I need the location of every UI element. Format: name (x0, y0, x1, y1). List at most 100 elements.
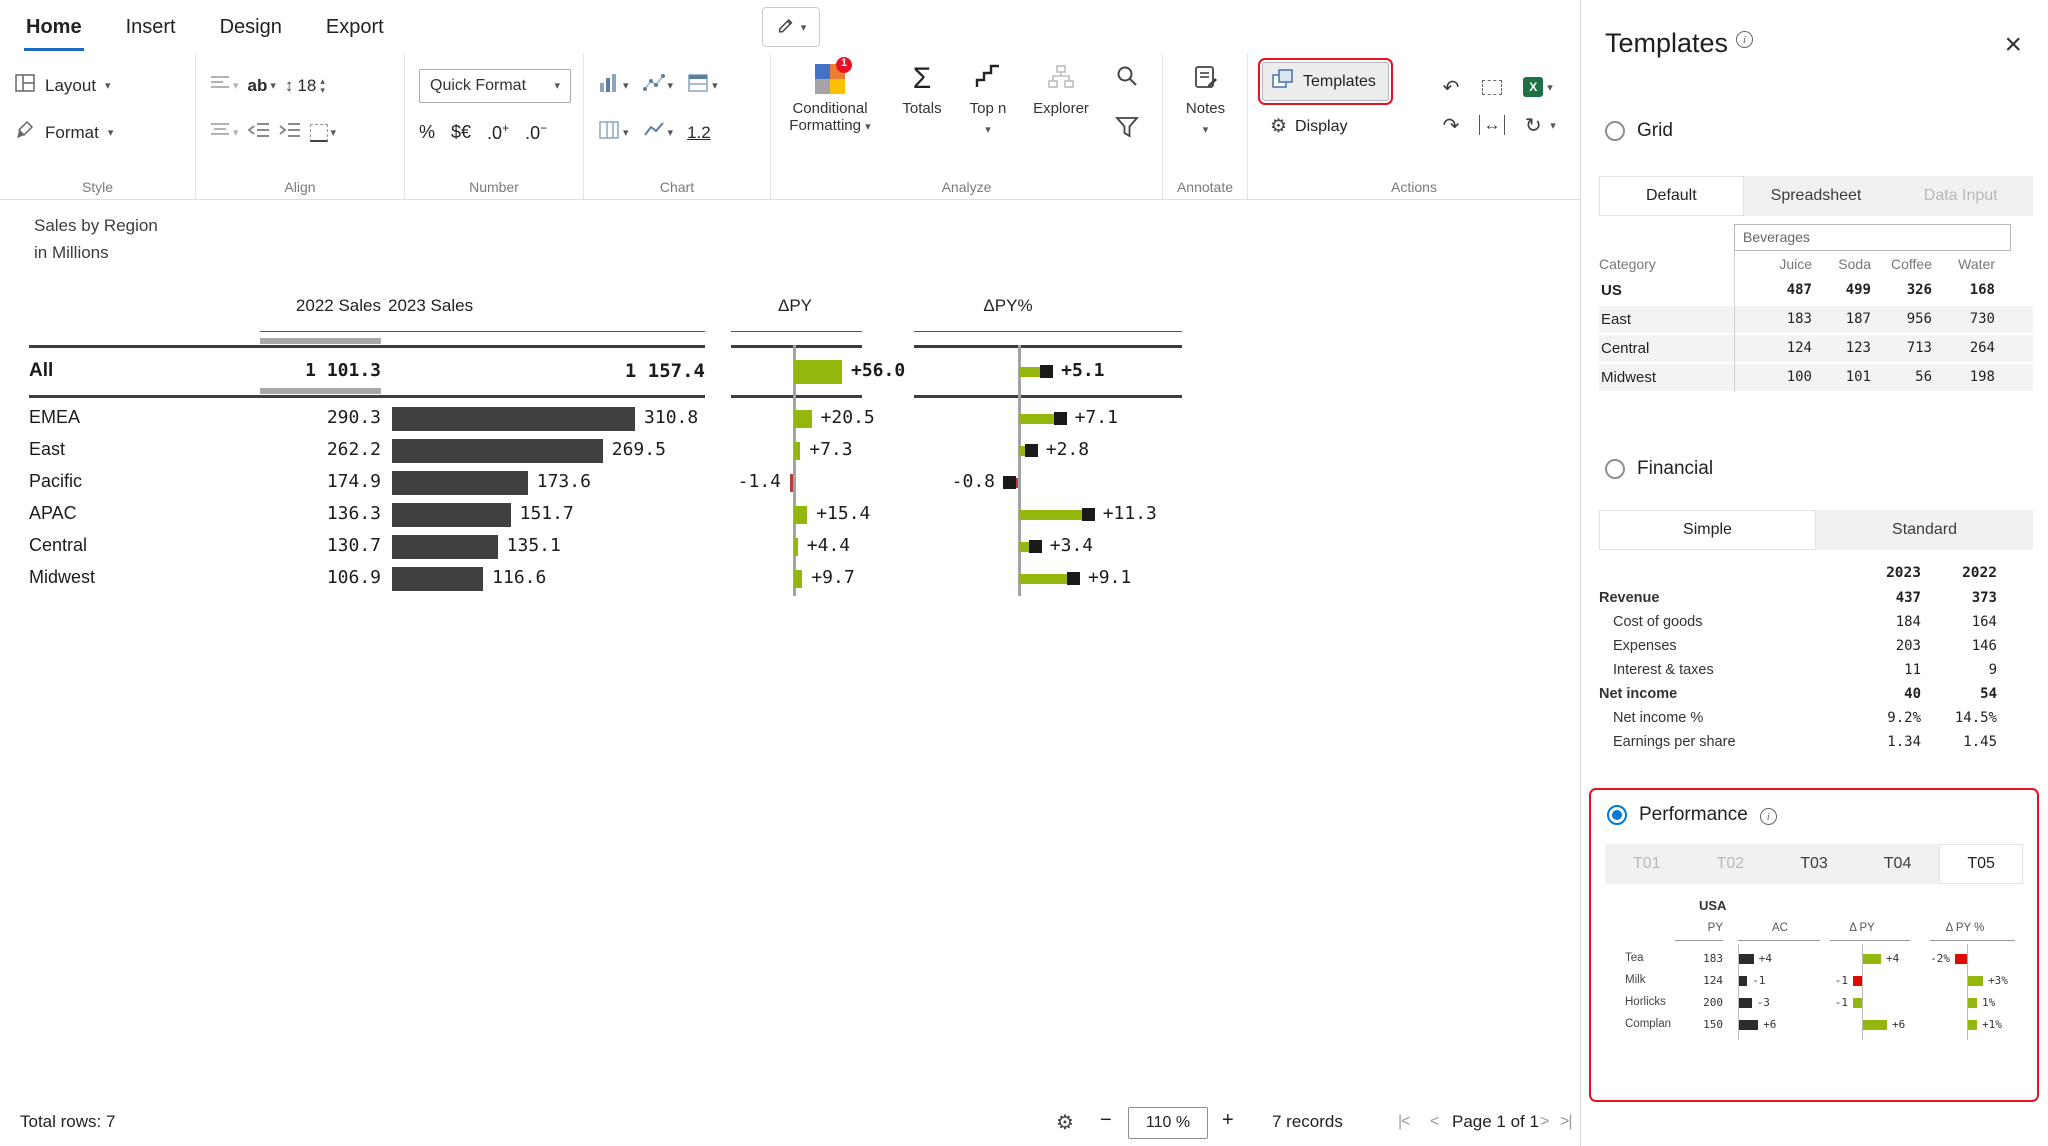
align-left-button[interactable]: ▾ (210, 74, 239, 97)
ribbon-tab-export[interactable]: Export (324, 4, 386, 51)
group-label-number: Number (469, 179, 519, 195)
info-icon[interactable]: i (1759, 808, 1777, 825)
close-panel-button[interactable]: × (2004, 30, 2022, 60)
text-format-button[interactable]: ab ▾ (248, 76, 276, 96)
radio-icon[interactable] (1605, 459, 1625, 479)
decimal-display-button[interactable]: 1.2 (687, 123, 711, 143)
chart-value-2023: 310.8 (644, 407, 699, 428)
layout-button[interactable]: Layout ▾ (0, 62, 195, 109)
perf-bar-ac (1739, 1020, 1759, 1030)
financial-row-value: 437 (1895, 590, 1921, 606)
chart-value-dpy: +56.0 (850, 360, 906, 381)
chart-value-dpp: -0.8 (951, 471, 995, 492)
indent-decrease-button[interactable] (246, 121, 270, 144)
tab-t02[interactable]: T02 (1689, 844, 1773, 884)
undo-button[interactable]: ↶ (1438, 75, 1464, 100)
radio-icon[interactable] (1605, 121, 1625, 141)
zoom-out-button[interactable]: − (1100, 1109, 1112, 1132)
tab-standard[interactable]: Standard (1816, 510, 2033, 550)
prev-page-button[interactable]: < (1430, 1113, 1439, 1131)
ribbon: ▾ Home Insert Design Export Layout ▾ Format… (0, 0, 1580, 200)
measure-button[interactable] (1472, 79, 1512, 95)
financial-row-value: 373 (1971, 590, 1997, 606)
grid-preview-cell: 168 (1969, 282, 1995, 298)
spinner-arrows-icon[interactable]: ▴ ▾ (320, 76, 325, 95)
ribbon-tab-design[interactable]: Design (218, 4, 284, 51)
align-center-button[interactable]: ▾ (210, 121, 239, 144)
conditional-formatting-button[interactable]: 1 Conditional Formatting ▾ (771, 54, 889, 184)
decimal-decrease-button[interactable]: .0− (525, 121, 547, 144)
chevron-down-icon: ▾ (270, 80, 276, 92)
settings-gear-icon[interactable]: ⚙ (1056, 1110, 1074, 1135)
templates-icon (1271, 68, 1295, 95)
notes-button[interactable]: Notes ▾ (1163, 54, 1248, 184)
edit-mode-button[interactable]: ▾ (762, 7, 820, 47)
font-size-stepper[interactable]: ↕ 18 ▴ ▾ (285, 76, 325, 96)
tab-t05[interactable]: T05 (1939, 844, 2023, 884)
last-page-button[interactable]: >| (1560, 1113, 1572, 1131)
zoom-level-box[interactable]: 110 % (1128, 1107, 1208, 1139)
redo-button[interactable]: ↷ (1438, 113, 1464, 138)
combo-chart-style-button[interactable]: ▾ (642, 72, 673, 99)
next-page-button[interactable]: > (1540, 1113, 1549, 1131)
records-count: 7 records (1272, 1112, 1343, 1131)
radio-selected-icon[interactable] (1607, 805, 1627, 825)
tab-default[interactable]: Default (1599, 176, 1744, 216)
quick-format-dropdown[interactable]: Quick Format ▾ (419, 68, 571, 103)
explorer-hierarchy-icon (1048, 64, 1074, 94)
align-lines-icon (210, 74, 230, 97)
zoom-in-button[interactable]: + (1222, 1109, 1234, 1132)
chart-line (29, 395, 705, 398)
format-button[interactable]: Format ▾ (0, 109, 195, 156)
fit-width-button[interactable]: ↔ (1479, 115, 1505, 135)
chart-value-dpy: -1.4 (737, 471, 781, 492)
performance-template-card[interactable]: Performance i T01 T02 T03 T04 T05 USA PY AC Δ P… (1589, 788, 2039, 1102)
currency-format-button[interactable]: $€ (451, 122, 471, 143)
search-button[interactable] (1115, 64, 1139, 93)
performance-template-radio[interactable]: Performance i (1607, 804, 1777, 826)
first-page-button[interactable]: |< (1398, 1113, 1410, 1131)
financial-preview-row: Revenue 437 373 (1599, 586, 2033, 610)
chart-bar-2023 (392, 407, 636, 431)
tab-t01[interactable]: T01 (1605, 844, 1689, 884)
refresh-button[interactable]: ↻ ▾ (1512, 113, 1564, 138)
ribbon-tab-home[interactable]: Home (24, 4, 84, 51)
indent-increase-button[interactable] (278, 121, 301, 144)
report-canvas[interactable]: Sales by Region in Millions 2022 Sales 2… (0, 200, 1580, 1100)
financial-template-radio[interactable]: Financial (1605, 458, 1713, 480)
grid-template-radio[interactable]: Grid (1605, 120, 1673, 142)
percent-format-button[interactable]: % (419, 122, 435, 143)
excel-export-button[interactable]: X ▾ (1512, 77, 1564, 97)
chevron-down-icon: ▾ (554, 80, 560, 92)
perf-dpy-label: +6 (1892, 1018, 1906, 1031)
info-icon[interactable]: i (1736, 31, 1754, 48)
totals-button[interactable]: Σ Totals (889, 54, 955, 184)
filter-button[interactable] (1115, 115, 1139, 144)
perf-py-value: 124 (1703, 974, 1723, 987)
bar-chart-style-button[interactable]: ▾ (598, 72, 629, 99)
tab-data-input[interactable]: Data Input (1888, 176, 2033, 216)
table-style-button[interactable]: ▾ (687, 72, 718, 99)
ribbon-content: Layout ▾ Format ▾ Style ▾ ab ▾ ↕ 18 ▴ ▾ … (0, 54, 1580, 200)
perf-bar-dpp (1968, 976, 1983, 986)
group-label-actions: Actions (1391, 179, 1437, 195)
templates-panel: Templates i × Grid Default Spreadsheet Dat… (1580, 0, 2048, 1146)
templates-button[interactable]: Templates (1262, 62, 1389, 101)
ribbon-tab-insert[interactable]: Insert (124, 4, 178, 51)
top-n-button[interactable]: Top n ▾ (955, 54, 1021, 184)
tab-t04[interactable]: T04 (1856, 844, 1940, 884)
ribbon-group-chart: ▾ ▾ ▾ ▾ ▾ 1.2 Chart (584, 54, 771, 200)
tab-t03[interactable]: T03 (1772, 844, 1856, 884)
grid-style-button[interactable]: ▾ (598, 119, 629, 146)
line-chart-style-button[interactable]: ▾ (643, 119, 673, 146)
scatter-chart-icon (642, 72, 665, 99)
grid-template-preview[interactable]: Beverages Category Juice Soda Coffee Water US 4… (1599, 224, 2033, 393)
financial-template-preview[interactable]: 2023 2022 Revenue 437 373 Cost of goods 184 164… (1599, 560, 2033, 754)
borders-button[interactable]: ▾ (309, 123, 336, 142)
tab-simple[interactable]: Simple (1599, 510, 1816, 550)
decimal-increase-button[interactable]: .0+ (487, 121, 509, 144)
tab-spreadsheet[interactable]: Spreadsheet (1744, 176, 1889, 216)
explorer-button[interactable]: Explorer (1021, 54, 1101, 184)
pencil-icon (776, 15, 796, 40)
chart-bar-dpy (794, 538, 798, 556)
